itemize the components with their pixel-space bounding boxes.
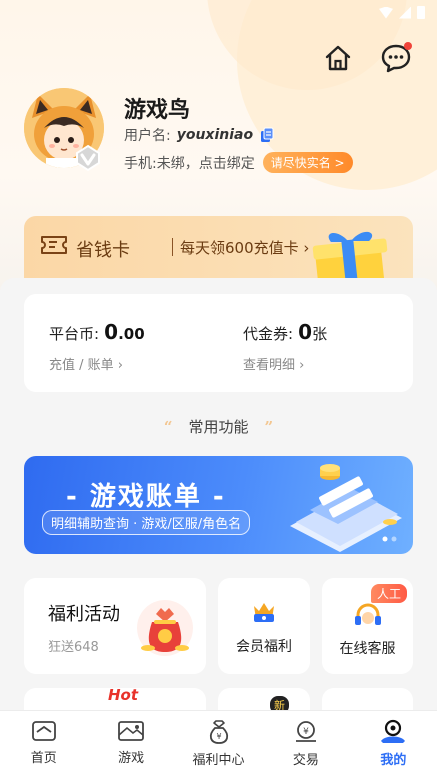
card-ticket-icon (41, 236, 67, 254)
crown-icon (254, 603, 274, 622)
gift-box-icon (312, 231, 388, 284)
online-service-card[interactable]: 人工 在线客服 (322, 578, 413, 674)
bottom-tab-bar: 首页 游戏 ¥ 福利中心 ¥ 交易 我的 (0, 710, 437, 776)
username-value: youxiniao (176, 127, 254, 143)
verify-button[interactable]: 请尽快实名 > (262, 152, 353, 173)
card-promo: 每天领600充值卡 › (180, 239, 310, 257)
unread-dot (404, 42, 412, 50)
home-tab-icon (31, 721, 56, 741)
wifi-icon (379, 6, 393, 19)
tab-trade[interactable]: ¥ 交易 (262, 711, 349, 776)
tab-mine[interactable]: 我的 (350, 711, 437, 776)
recharge-link[interactable]: 充值 / 账单 (49, 358, 114, 373)
carousel-dots (382, 536, 397, 542)
money-bag-icon: ¥ (209, 720, 228, 744)
profile-icon (381, 719, 406, 743)
svg-text:¥: ¥ (216, 732, 221, 741)
banner-title: - 游戏账单 - (66, 482, 226, 512)
online-service-label: 在线客服 (339, 641, 396, 657)
nickname: 游戏鸟 (124, 98, 191, 123)
banner-subtitle: 明细辅助查询 · 游戏/区服/角色名 (42, 510, 251, 535)
headset-icon (355, 603, 381, 625)
welfare-title: 福利活动 (48, 604, 120, 625)
platform-coins[interactable]: 平台币: 0.00 充值 / 账单 › (49, 320, 145, 373)
welfare-activity-card[interactable]: 福利活动 狂送648 (24, 578, 206, 674)
money-saving-card[interactable]: 省钱卡 每天领600充值卡 › (24, 216, 413, 284)
human-agent-tag: 人工 (370, 584, 407, 603)
home-icon (325, 45, 351, 71)
hot-tag: Hot (108, 686, 139, 704)
battery-icon (417, 6, 425, 19)
tab-home[interactable]: 首页 (0, 711, 87, 776)
tab-games[interactable]: 游戏 (87, 711, 174, 776)
lucky-bag-icon (137, 600, 193, 656)
home-button[interactable] (320, 40, 356, 76)
message-button[interactable] (378, 40, 414, 76)
member-benefits-label: 会员福利 (236, 639, 292, 655)
voucher-detail-link[interactable]: 查看明细 (243, 358, 295, 373)
card-title: 省钱卡 (76, 240, 130, 261)
member-benefits-card[interactable]: 会员福利 (218, 578, 310, 674)
copy-icon[interactable] (259, 127, 275, 143)
username-label: 用户名: (124, 128, 171, 144)
username-row: 用户名: youxiniao (124, 125, 275, 145)
svg-text:¥: ¥ (303, 727, 309, 737)
vouchers[interactable]: 代金券: 0张 查看明细 › (243, 320, 327, 373)
game-tab-icon (118, 721, 145, 741)
welfare-subtitle: 狂送648 (48, 640, 99, 655)
signal-icon (399, 6, 411, 19)
game-bill-banner[interactable]: - 游戏账单 - 明细辅助查询 · 游戏/区服/角色名 (24, 456, 413, 554)
phone-value[interactable]: 未绑，点击绑定 (157, 156, 255, 172)
tab-welfare-center[interactable]: ¥ 福利中心 (175, 711, 262, 776)
section-title: “常用功能” (163, 418, 274, 436)
status-bar (379, 6, 425, 19)
phone-row: 手机:未绑，点击绑定 请尽快实名 > (124, 152, 353, 173)
vip-badge-icon (76, 144, 100, 172)
wallet-card: 平台币: 0.00 充值 / 账单 › 代金券: 0张 查看明细 › (24, 294, 413, 392)
trade-icon: ¥ (295, 721, 316, 742)
phone-label: 手机: (124, 155, 157, 172)
